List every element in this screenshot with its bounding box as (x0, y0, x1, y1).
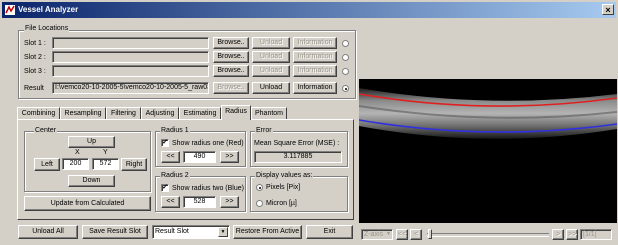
micron-option-label: Micron [µ] (266, 200, 297, 207)
mse-label: Mean Square Error (MSE) : (254, 140, 340, 147)
move-left-button[interactable]: Left (34, 158, 60, 171)
result-information-button[interactable]: Information (293, 82, 337, 94)
slot-3-radio[interactable] (342, 68, 349, 75)
frame-slider[interactable] (427, 229, 549, 239)
result-slot-label: Result (24, 85, 44, 92)
slot-2-path-field[interactable] (52, 51, 209, 63)
viewer-nav-bar: Z-axis ▼ << < > >> [1/1] (359, 223, 617, 245)
radius-2-decrease-button[interactable]: << (161, 196, 180, 208)
chevron-down-icon[interactable]: ▼ (218, 227, 228, 237)
slot-3-path-field[interactable] (52, 65, 209, 77)
show-radius-one-label: Show radius one (Red) (172, 140, 244, 147)
slot-1-unload-button[interactable]: Unload (252, 37, 290, 49)
error-group-label: Error (255, 127, 273, 134)
tab-combining[interactable]: Combining (17, 107, 60, 119)
axis-chevron-down-icon[interactable]: ▼ (386, 231, 391, 237)
tab-filtering[interactable]: Filtering (106, 107, 141, 119)
slot-select-value: Result Slot (155, 228, 189, 235)
radius-2-label: Radius 2 (160, 172, 190, 179)
frame-slider-thumb[interactable] (428, 229, 432, 239)
show-radius-two-label: Show radius two (Blue) (172, 185, 244, 192)
slot-1-label: Slot 1 : (24, 40, 46, 47)
display-values-label: Display values as: (255, 172, 314, 179)
slot-1-radio[interactable] (342, 40, 349, 47)
center-y-label: Y (103, 149, 108, 156)
frame-counter: [1/1] (580, 229, 612, 240)
update-from-calculated-button[interactable]: Update from Calculated (24, 196, 151, 211)
close-icon[interactable]: × (602, 4, 614, 15)
slot-2-browse-button[interactable]: Browse.. (213, 51, 249, 63)
axis-select-dropdown[interactable]: Z-axis ▼ (361, 229, 393, 240)
slot-2-label: Slot 2 : (24, 54, 46, 61)
slot-3-label: Slot 3 : (24, 68, 46, 75)
save-result-slot-button[interactable]: Save Result Slot (82, 225, 148, 239)
move-down-button[interactable]: Down (68, 175, 115, 187)
window-title: Vessel Analyzer (18, 5, 79, 14)
image-viewer[interactable] (359, 26, 617, 245)
slot-3-information-button[interactable]: Information (293, 65, 337, 77)
show-radius-one-checkbox[interactable]: ✓ (161, 139, 169, 147)
radius-2-input[interactable]: 528 (183, 196, 216, 208)
center-x-input[interactable]: 200 (62, 158, 89, 170)
pixels-option-label: Pixels [Pix] (266, 184, 301, 191)
last-frame-button[interactable]: >> (566, 229, 578, 240)
slot-3-unload-button[interactable]: Unload (252, 65, 290, 77)
slot-2-information-button[interactable]: Information (293, 51, 337, 63)
tab-radius[interactable]: Radius (221, 105, 251, 120)
tab-adjusting[interactable]: Adjusting (141, 107, 179, 119)
vessel-cross-section-image[interactable] (359, 26, 617, 224)
center-x-label: X (75, 149, 80, 156)
radius-1-label: Radius 1 (160, 127, 190, 134)
display-values-group (250, 176, 348, 212)
axis-select-value: Z-axis (364, 231, 384, 238)
result-radio[interactable] (342, 85, 349, 92)
result-path-field[interactable]: I:\vemco20-10-2005-5\vemco20-10-2005-5_r… (52, 82, 209, 94)
center-y-input[interactable]: 572 (92, 158, 119, 170)
tab-estimating[interactable]: Estimating (179, 107, 221, 119)
micron-radio[interactable] (256, 200, 263, 207)
file-locations-label: File Locations (24, 25, 70, 32)
tab-phantom[interactable]: Phantom (251, 107, 287, 119)
next-frame-button[interactable]: > (552, 229, 564, 240)
slot-2-unload-button[interactable]: Unload (252, 51, 290, 63)
prev-frame-button[interactable]: < (410, 229, 422, 240)
show-radius-two-checkbox[interactable]: ✓ (161, 184, 169, 192)
move-up-button[interactable]: Up (68, 136, 115, 148)
slot-1-browse-button[interactable]: Browse.. (213, 37, 249, 49)
tab-resampling[interactable]: Resampling (60, 107, 106, 119)
result-unload-button[interactable]: Unload (252, 82, 290, 94)
radius-2-increase-button[interactable]: >> (220, 196, 239, 208)
vessel-app-icon (5, 5, 15, 15)
slot-3-browse-button[interactable]: Browse.. (213, 65, 249, 77)
radius-1-increase-button[interactable]: >> (220, 151, 239, 163)
slot-1-path-field[interactable] (52, 37, 209, 49)
slot-2-radio[interactable] (342, 54, 349, 61)
restore-from-active-button[interactable]: Restore From Active (233, 225, 302, 239)
radius-1-input[interactable]: 490 (183, 151, 216, 163)
result-browse-button[interactable]: Browse.. (213, 82, 249, 94)
mse-value-field: 3.117885 (254, 151, 342, 163)
slot-1-information-button[interactable]: Information (293, 37, 337, 49)
title-bar[interactable]: Vessel Analyzer × (2, 2, 616, 18)
vessel-analyzer-window: Vessel Analyzer × File Locations Slot 1 … (0, 0, 618, 245)
move-right-button[interactable]: Right (121, 158, 147, 171)
unload-all-button[interactable]: Unload All (18, 225, 78, 239)
pixels-radio[interactable] (256, 184, 263, 191)
first-frame-button[interactable]: << (396, 229, 408, 240)
center-group-label: Center (34, 127, 58, 134)
radius-1-decrease-button[interactable]: << (161, 151, 180, 163)
image-top-border (359, 26, 617, 79)
slot-select-dropdown[interactable]: Result Slot ▼ (152, 225, 230, 239)
exit-button[interactable]: Exit (306, 225, 353, 239)
